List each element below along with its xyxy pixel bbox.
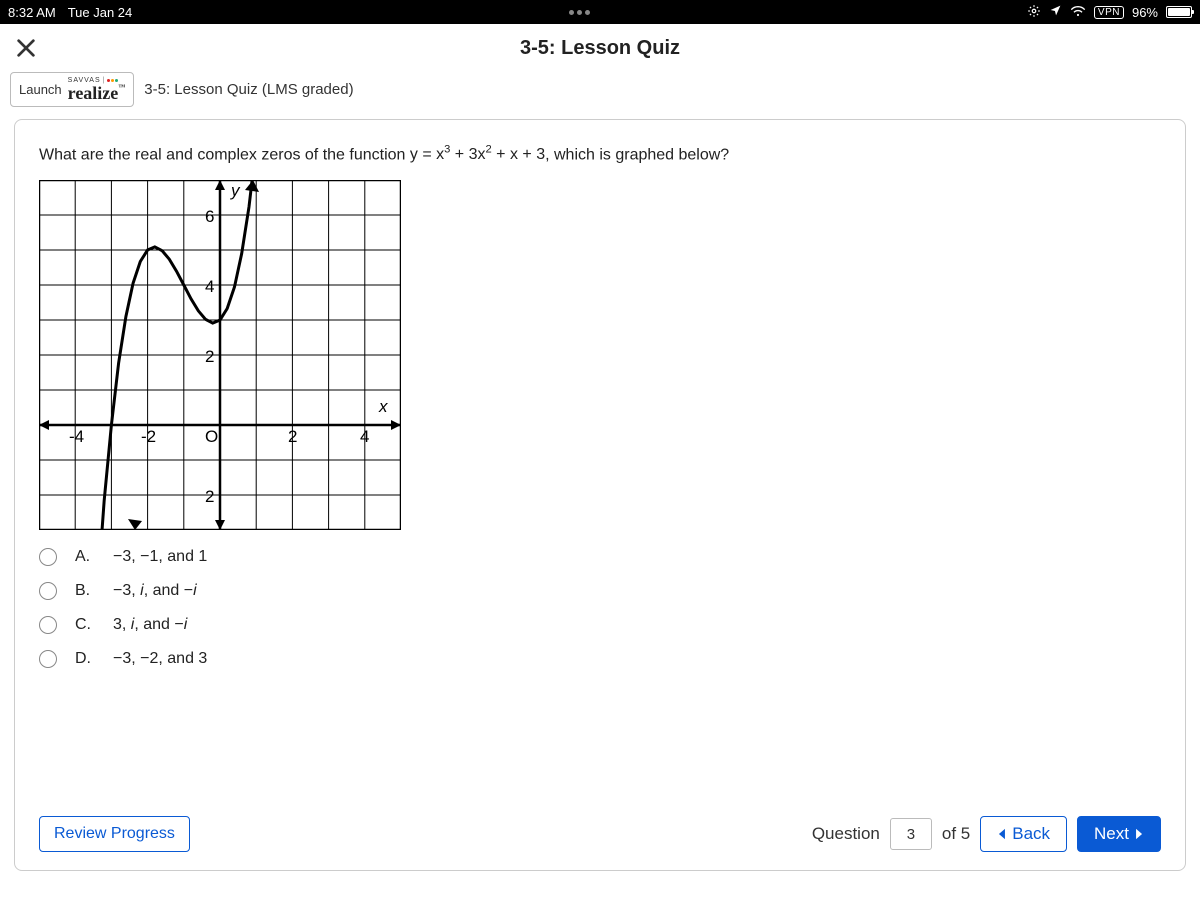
answer-options: A. −3, −1, and 1 B. −3, i, and −i C. 3, … [39, 548, 1161, 668]
option-text: −3, −2, and 3 [113, 650, 207, 668]
svg-text:4: 4 [205, 277, 214, 296]
option-letter: A. [75, 548, 95, 566]
svg-text:2: 2 [205, 487, 214, 506]
svg-text:-2: -2 [141, 427, 156, 446]
question-label: Question [812, 824, 880, 844]
chevron-right-icon [1135, 828, 1144, 840]
chevron-left-icon [997, 828, 1006, 840]
radio-a[interactable] [39, 548, 57, 566]
brightness-icon [1027, 4, 1041, 21]
question-number-input[interactable]: 3 [890, 818, 932, 850]
launch-bar: Launch SAVVAS | realize™ 3-5: Lesson Qui… [0, 72, 1200, 119]
svg-text:4: 4 [360, 427, 369, 446]
status-time: 8:32 AM [8, 5, 56, 20]
svg-text:2: 2 [205, 347, 214, 366]
svg-text:6: 6 [205, 207, 214, 226]
svg-text:2: 2 [288, 427, 297, 446]
option-text: 3, i, and −i [113, 616, 187, 634]
svg-text:x: x [378, 397, 388, 416]
app-header: 3-5: Lesson Quiz [0, 24, 1200, 72]
ipad-status-bar: 8:32 AM Tue Jan 24 VPN 96% [0, 0, 1200, 24]
option-letter: B. [75, 582, 95, 600]
question-prompt: What are the real and complex zeros of t… [39, 144, 1161, 164]
close-button[interactable] [12, 34, 40, 62]
option-text: −3, i, and −i [113, 582, 197, 600]
svg-text:O: O [205, 427, 218, 446]
launch-prefix: Launch [19, 82, 62, 97]
review-progress-button[interactable]: Review Progress [39, 816, 190, 852]
function-graph: -4 -2 O 2 4 6 4 2 2 y x [39, 180, 401, 530]
multitask-dots[interactable] [132, 10, 1027, 15]
radio-d[interactable] [39, 650, 57, 668]
radio-c[interactable] [39, 616, 57, 634]
wifi-icon [1070, 5, 1086, 20]
location-icon [1049, 4, 1062, 20]
back-button[interactable]: Back [980, 816, 1067, 852]
option-b[interactable]: B. −3, i, and −i [39, 582, 1161, 600]
launch-subtitle: 3-5: Lesson Quiz (LMS graded) [144, 81, 353, 98]
question-total: of 5 [942, 824, 970, 844]
battery-icon [1166, 6, 1192, 18]
option-text: −3, −1, and 1 [113, 548, 207, 566]
realize-logo: SAVVAS | realize™ [68, 77, 126, 102]
launch-chip[interactable]: Launch SAVVAS | realize™ [10, 72, 134, 107]
option-letter: C. [75, 616, 95, 634]
option-d[interactable]: D. −3, −2, and 3 [39, 650, 1161, 668]
option-c[interactable]: C. 3, i, and −i [39, 616, 1161, 634]
svg-text:-4: -4 [69, 427, 84, 446]
vpn-badge: VPN [1094, 6, 1124, 19]
option-a[interactable]: A. −3, −1, and 1 [39, 548, 1161, 566]
page-title: 3-5: Lesson Quiz [520, 37, 680, 60]
radio-b[interactable] [39, 582, 57, 600]
svg-text:y: y [230, 181, 241, 200]
next-button[interactable]: Next [1077, 816, 1161, 852]
battery-percent: 96% [1132, 5, 1158, 20]
question-card: What are the real and complex zeros of t… [14, 119, 1186, 871]
option-letter: D. [75, 650, 95, 668]
card-footer: Review Progress Question 3 of 5 Back Nex… [39, 804, 1161, 852]
status-date: Tue Jan 24 [68, 5, 133, 20]
